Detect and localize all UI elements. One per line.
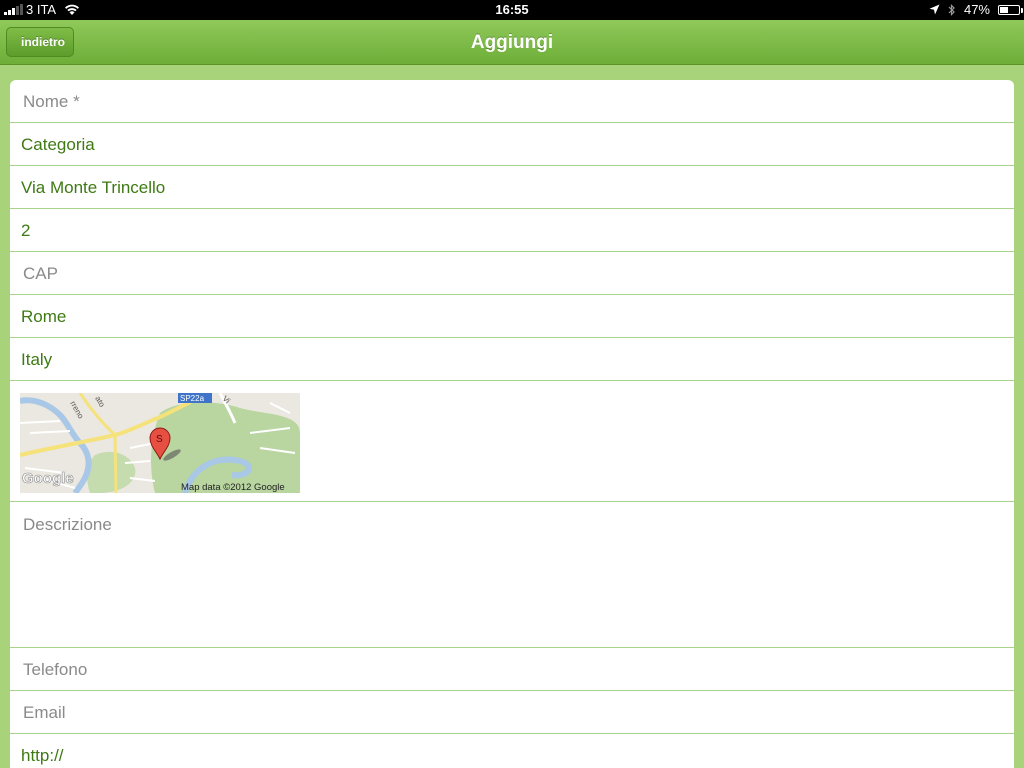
nome-field[interactable]: Nome * — [10, 80, 1014, 123]
form-card: Nome * Categoria Via Monte Trincello 2 C… — [10, 80, 1014, 768]
map-row: SP22a rreno ato Vi S Google Map data ©20… — [10, 381, 1014, 502]
google-logo: Google — [22, 470, 74, 487]
descrizione-field[interactable]: Descrizione — [10, 502, 1014, 648]
descrizione-placeholder: Descrizione — [23, 515, 112, 534]
map-attribution: Map data ©2012 Google — [181, 482, 285, 493]
website-field[interactable]: http:// — [10, 734, 1014, 768]
via-field[interactable]: Via Monte Trincello — [10, 166, 1014, 209]
location-arrow-icon — [929, 4, 940, 15]
paese-value: Italy — [21, 350, 53, 369]
numero-civico-field[interactable]: 2 — [10, 209, 1014, 252]
navigation-bar: indietro Aggiungi — [0, 20, 1024, 65]
status-time: 16:55 — [495, 2, 529, 17]
via-value: Via Monte Trincello — [21, 178, 166, 197]
email-placeholder: Email — [23, 703, 66, 722]
citta-field[interactable]: Rome — [10, 295, 1014, 338]
telefono-placeholder: Telefono — [23, 660, 88, 679]
battery-fill — [1000, 6, 1009, 13]
nome-placeholder: Nome * — [23, 92, 80, 111]
page-title: Aggiungi — [470, 32, 554, 53]
map-road-label: SP22a — [180, 394, 205, 403]
website-value: http:// — [21, 746, 64, 765]
categoria-field[interactable]: Categoria — [10, 123, 1014, 166]
categoria-value: Categoria — [21, 135, 95, 154]
status-bar: 3 ITA 16:55 47% — [0, 0, 1024, 20]
bluetooth-icon — [948, 3, 955, 16]
map-image: SP22a rreno ato Vi S Google Map data ©20… — [20, 393, 300, 493]
telefono-field[interactable]: Telefono — [10, 648, 1014, 691]
paese-field[interactable]: Italy — [10, 338, 1014, 381]
map-thumbnail[interactable]: SP22a rreno ato Vi S Google Map data ©20… — [20, 393, 300, 493]
email-field[interactable]: Email — [10, 691, 1014, 734]
numero-value: 2 — [21, 221, 31, 240]
battery-percent: 47% — [963, 2, 990, 17]
citta-value: Rome — [21, 307, 67, 326]
battery-icon — [998, 4, 1023, 15]
cap-placeholder: CAP — [23, 264, 58, 283]
cap-field[interactable]: CAP — [10, 252, 1014, 295]
map-pin-letter: S — [156, 434, 163, 445]
